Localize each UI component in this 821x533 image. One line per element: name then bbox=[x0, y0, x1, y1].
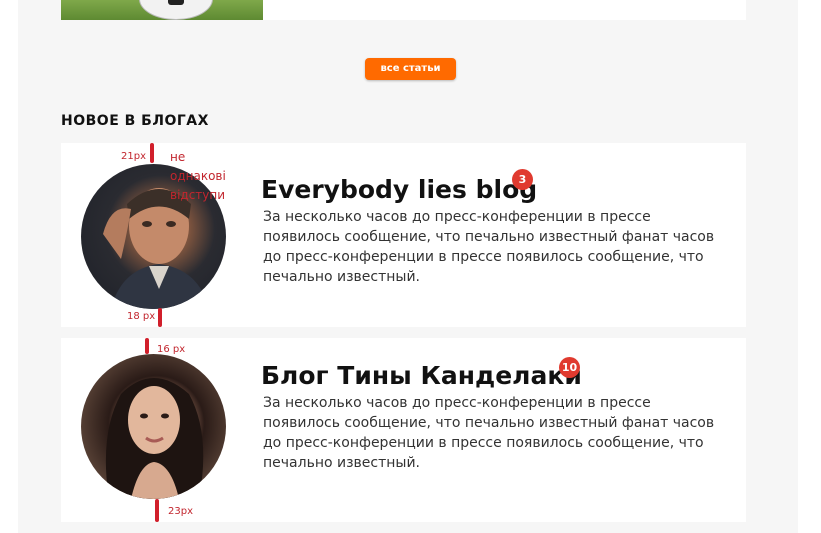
spacing-marker bbox=[150, 143, 154, 163]
spacing-marker bbox=[155, 499, 159, 522]
comment-count-badge: 10 bbox=[559, 357, 580, 378]
woman-portrait-icon bbox=[105, 378, 204, 499]
blog-card[interactable]: Everybody lies blog 3 За несколько часов… bbox=[61, 143, 746, 327]
spacing-marker bbox=[145, 338, 149, 354]
blog-title[interactable]: Блог Тины Канделаки bbox=[261, 361, 582, 391]
spacing-label: 18 px bbox=[127, 311, 156, 322]
blog-description: За несколько часов до пресс-конференции … bbox=[263, 209, 715, 285]
spacing-label: 21px bbox=[121, 151, 146, 162]
soccer-ball-image bbox=[139, 0, 213, 20]
all-articles-button[interactable]: все статьи bbox=[365, 58, 456, 80]
blog-card[interactable]: Блог Тины Канделаки 10 За несколько часо… bbox=[61, 338, 746, 522]
spacing-label: 16 px bbox=[157, 344, 186, 355]
annotation-note: не однакові відступи bbox=[170, 150, 226, 202]
avatar[interactable] bbox=[81, 354, 226, 499]
section-title: НОВОЕ В БЛОГАХ bbox=[61, 113, 209, 129]
blog-description: За несколько часов до пресс-конференции … bbox=[263, 395, 715, 471]
comment-count-badge: 3 bbox=[512, 169, 533, 190]
spacing-marker bbox=[158, 308, 162, 327]
blog-title[interactable]: Everybody lies blog bbox=[261, 175, 537, 205]
article-thumbnail[interactable] bbox=[61, 0, 263, 20]
spacing-label: 23px bbox=[168, 506, 193, 517]
